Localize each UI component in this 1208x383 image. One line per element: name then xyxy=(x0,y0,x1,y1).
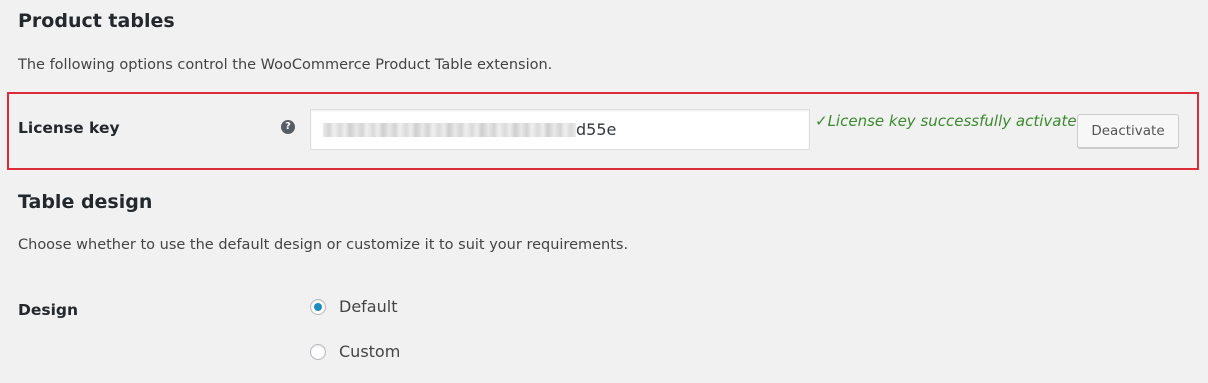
license-status-message: ✓License key successfully activated. xyxy=(815,112,1091,130)
custom-radio-label[interactable]: Custom xyxy=(339,342,400,362)
design-option-default[interactable]: Default xyxy=(310,297,397,317)
license-key-suffix: d55e xyxy=(576,119,617,139)
default-radio[interactable] xyxy=(310,299,326,315)
license-key-input[interactable]: d55e xyxy=(310,109,810,150)
settings-page: Product tables The following options con… xyxy=(0,0,1208,383)
default-radio-label[interactable]: Default xyxy=(339,297,397,317)
product-tables-description: The following options control the WooCom… xyxy=(18,57,553,73)
blurred-license-key xyxy=(323,122,576,137)
product-tables-heading: Product tables xyxy=(18,10,175,32)
table-design-description: Choose whether to use the default design… xyxy=(18,237,629,253)
design-label: Design xyxy=(18,301,79,319)
deactivate-button[interactable]: Deactivate xyxy=(1077,114,1179,148)
custom-radio[interactable] xyxy=(310,344,326,360)
license-key-label: License key xyxy=(18,119,120,137)
table-design-heading: Table design xyxy=(18,191,153,213)
question-mark-icon[interactable]: ? xyxy=(281,120,295,134)
design-option-custom[interactable]: Custom xyxy=(310,342,400,362)
